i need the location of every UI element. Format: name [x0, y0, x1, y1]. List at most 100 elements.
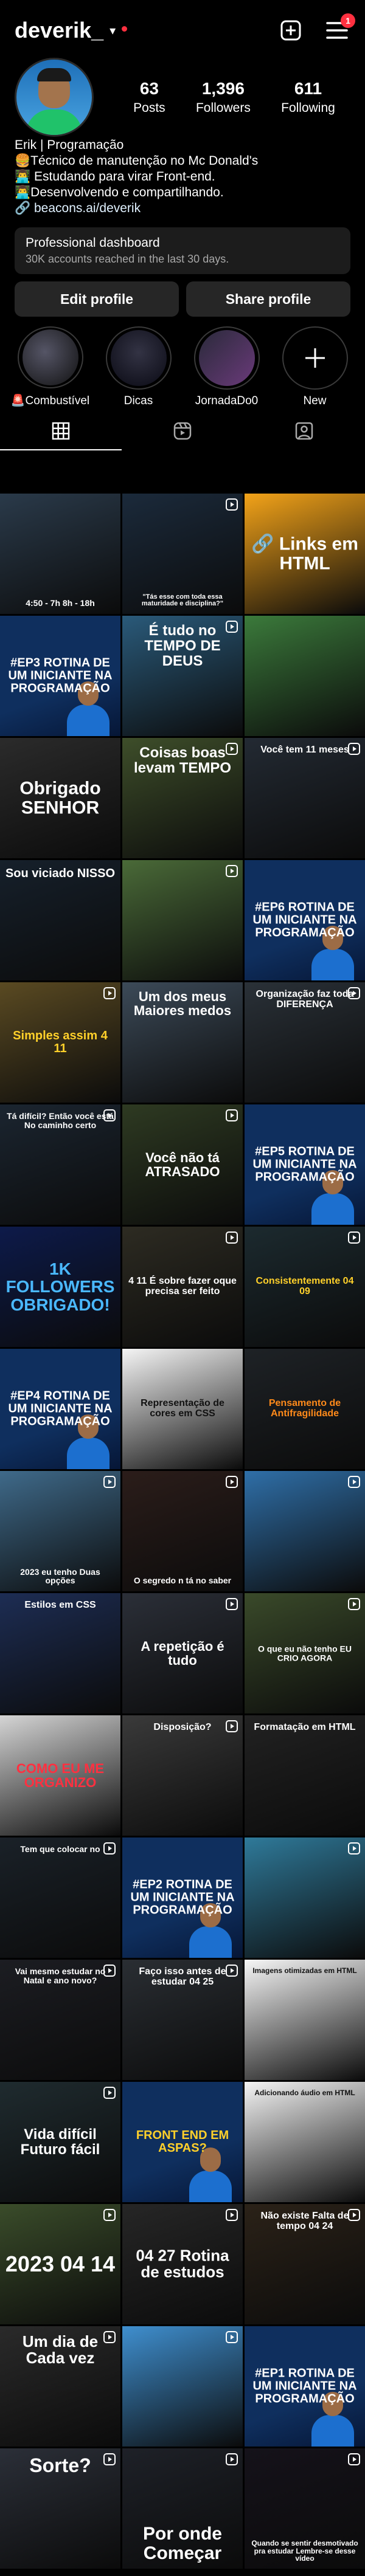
post-caption: O segredo n tá no saber — [133, 1576, 232, 1586]
post-thumbnail[interactable] — [245, 1837, 365, 1958]
post-thumbnail[interactable]: O segredo n tá no saber — [122, 1471, 243, 1591]
post-caption: Obrigado SENHOR — [19, 778, 101, 818]
reel-icon — [226, 2209, 238, 2221]
profile-username[interactable]: deverik_ — [15, 18, 103, 43]
reel-icon — [226, 2453, 238, 2465]
post-thumbnail[interactable]: Você não tá ATRASADO — [122, 1104, 243, 1225]
post-thumbnail[interactable]: 🔗 Links em HTML — [245, 494, 365, 614]
reel-icon — [348, 987, 360, 999]
stat-following[interactable]: 611 Following — [281, 79, 335, 115]
post-thumbnail[interactable]: Imagens otimizadas em HTML — [245, 1960, 365, 2080]
reel-icon — [348, 1231, 360, 1244]
post-thumbnail[interactable]: Vai mesmo estudar no Natal e ano novo? — [0, 1960, 120, 2080]
post-thumbnail[interactable]: Um dos meus Maiores medos — [122, 982, 243, 1103]
post-caption: Vai mesmo estudar no Natal e ano novo? — [15, 1966, 106, 1985]
tab-reels[interactable] — [122, 412, 243, 450]
bio-line: 👨‍💻 Estudando para virar Front-end. — [15, 170, 215, 184]
reels-icon — [173, 422, 192, 440]
post-thumbnail[interactable]: O que eu não tenho EU CRIO AGORA — [245, 1593, 365, 1713]
post-thumbnail[interactable]: Vida difícil Futuro fácil — [0, 2082, 120, 2202]
post-thumbnail[interactable]: 2023 04 14 — [0, 2204, 120, 2324]
post-caption: #EP3 ROTINA DE UM INICIANTE NA PROGRAMAÇ… — [8, 656, 113, 695]
post-thumbnail[interactable]: Estilos em CSS — [0, 1593, 120, 1713]
post-thumbnail[interactable]: 2023 eu tenho Duas opções — [0, 1471, 120, 1591]
highlight-item[interactable]: JornadaDo0 — [182, 326, 271, 408]
post-thumbnail[interactable] — [245, 1471, 365, 1591]
post-thumbnail[interactable]: Organização faz toda DIFERENÇA — [245, 982, 365, 1103]
highlight-item[interactable]: 🚨Combustível — [6, 326, 94, 408]
reel-icon — [348, 1476, 360, 1488]
post-caption: Sou viciado NISSO — [5, 867, 116, 880]
post-thumbnail[interactable]: #EP3 ROTINA DE UM INICIANTE NA PROGRAMAÇ… — [0, 616, 120, 736]
post-thumbnail[interactable]: Pensamento de Antifragilidade — [245, 1349, 365, 1469]
tab-posts[interactable] — [0, 412, 122, 450]
post-caption: #EP1 ROTINA DE UM INICIANTE NA PROGRAMAÇ… — [252, 2366, 357, 2406]
post-thumbnail[interactable]: Simples assim 4 11 — [0, 982, 120, 1103]
reel-icon — [226, 1476, 238, 1488]
professional-dashboard[interactable]: Professional dashboard 30K accounts reac… — [15, 227, 350, 274]
post-caption: É tudo no TEMPO DE DEUS — [144, 622, 221, 670]
post-thumbnail[interactable]: Tem que colocar no — [0, 1837, 120, 1958]
stat-label: Posts — [133, 101, 165, 115]
post-caption: Disposição? — [153, 1722, 212, 1732]
post-thumbnail[interactable]: Um dia de Cada vez — [0, 2326, 120, 2447]
post-thumbnail[interactable] — [245, 616, 365, 736]
post-thumbnail[interactable]: #EP2 ROTINA DE UM INICIANTE NA PROGRAMAÇ… — [122, 1837, 243, 1958]
post-thumbnail[interactable]: A repetição é tudo — [122, 1593, 243, 1713]
post-thumbnail[interactable]: 4:50 - 7h 8h - 18h — [0, 494, 120, 614]
post-thumbnail[interactable]: Quando se sentir desmotivado pra estudar… — [245, 2448, 365, 2569]
post-thumbnail[interactable]: Você tem 11 meses — [245, 738, 365, 858]
post-thumbnail[interactable]: Sou viciado NISSO — [0, 860, 120, 980]
post-caption: Quando se sentir desmotivado pra estudar… — [251, 2539, 358, 2563]
post-thumbnail[interactable]: #EP4 ROTINA DE UM INICIANTE NA PROGRAMAÇ… — [0, 1349, 120, 1469]
reel-icon — [226, 1109, 238, 1121]
post-thumbnail[interactable]: É tudo no TEMPO DE DEUS — [122, 616, 243, 736]
post-thumbnail[interactable]: Coisas boas levam TEMPO — [122, 738, 243, 858]
post-thumbnail[interactable]: #EP6 ROTINA DE UM INICIANTE NA PROGRAMAÇ… — [245, 860, 365, 980]
reel-icon — [103, 987, 116, 999]
new-highlight-button[interactable]: New — [271, 326, 359, 408]
post-thumbnail[interactable]: 1K FOLLOWERS OBRIGADO! — [0, 1227, 120, 1347]
post-thumbnail[interactable] — [122, 2326, 243, 2447]
avatar[interactable] — [15, 58, 94, 137]
stat-label: Following — [281, 101, 335, 115]
stat-followers[interactable]: 1,396 Followers — [196, 79, 251, 115]
post-thumbnail[interactable]: Sorte? — [0, 2448, 120, 2569]
post-thumbnail[interactable]: 04 27 Rotina de estudos — [122, 2204, 243, 2324]
post-caption: #EP4 ROTINA DE UM INICIANTE NA PROGRAMAÇ… — [8, 1389, 113, 1428]
stat-posts[interactable]: 63 Posts — [133, 79, 165, 115]
post-thumbnail[interactable]: FRONT END EM ASPAS? — [122, 2082, 243, 2202]
reel-icon — [103, 1842, 116, 1855]
edit-profile-button[interactable]: Edit profile — [15, 281, 179, 317]
post-thumbnail[interactable]: Não existe Falta de tempo 04 24 — [245, 2204, 365, 2324]
post-thumbnail[interactable]: #EP5 ROTINA DE UM INICIANTE NA PROGRAMAÇ… — [245, 1104, 365, 1225]
post-caption: Formatação em HTML — [254, 1722, 356, 1732]
post-thumbnail[interactable]: Tá difícil? Então você está No caminho c… — [0, 1104, 120, 1225]
menu-button[interactable]: 1 — [324, 13, 355, 44]
post-thumbnail[interactable]: Representação de cores em CSS — [122, 1349, 243, 1469]
bio-link[interactable]: 🔗 beacons.ai/deverik — [15, 201, 350, 216]
post-thumbnail[interactable]: "Tás esse com toda essa maturidade e dis… — [122, 494, 243, 614]
post-thumbnail[interactable]: COMO EU ME ORGANIZO — [0, 1715, 120, 1836]
post-thumbnail[interactable]: Consistentemente 04 09 — [245, 1227, 365, 1347]
tab-tagged[interactable] — [243, 412, 365, 450]
creator-figure — [189, 2147, 232, 2202]
post-thumbnail[interactable]: Formatação em HTML — [245, 1715, 365, 1836]
post-thumbnail[interactable]: #EP1 ROTINA DE UM INICIANTE NA PROGRAMAÇ… — [245, 2326, 365, 2447]
post-caption: "Tás esse com toda essa maturidade e dis… — [141, 593, 224, 608]
post-caption: #EP6 ROTINA DE UM INICIANTE NA PROGRAMAÇ… — [252, 900, 357, 940]
reel-icon — [348, 2453, 360, 2465]
post-thumbnail[interactable] — [122, 860, 243, 980]
share-profile-button[interactable]: Share profile — [186, 281, 350, 317]
new-post-button[interactable] — [277, 17, 304, 44]
post-thumbnail[interactable]: Obrigado SENHOR — [0, 738, 120, 858]
profile-info: 63 Posts 1,396 Followers 611 Following — [0, 58, 365, 137]
post-thumbnail[interactable]: Faço isso antes de estudar 04 25 — [122, 1960, 243, 2080]
highlight-item[interactable]: Dicas — [94, 326, 182, 408]
chevron-down-icon[interactable]: ▾ — [109, 23, 116, 38]
post-thumbnail[interactable]: 4 11 É sobre fazer oque precisa ser feit… — [122, 1227, 243, 1347]
post-thumbnail[interactable]: Disposição? — [122, 1715, 243, 1836]
post-thumbnail[interactable]: Adicionando áudio em HTML — [245, 2082, 365, 2202]
reel-icon — [226, 743, 238, 755]
post-thumbnail[interactable]: Por onde Começar — [122, 2448, 243, 2569]
